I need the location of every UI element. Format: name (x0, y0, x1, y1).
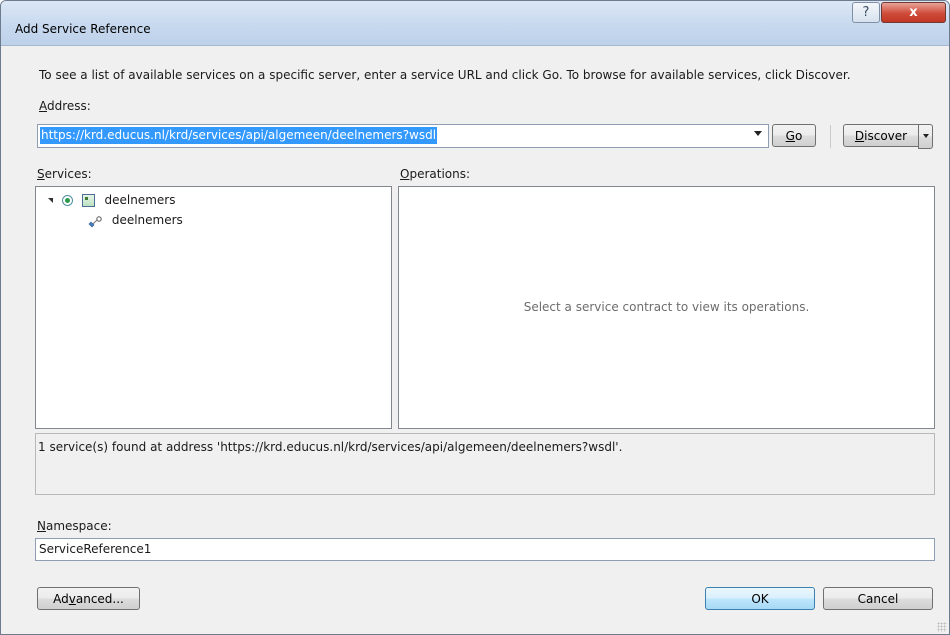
namespace-label: Namespace: (37, 519, 112, 533)
namespace-input[interactable]: ServiceReference1 (35, 538, 935, 561)
tree-item-service[interactable]: deelnemers (48, 191, 175, 209)
address-value[interactable]: https://krd.educus.nl/krd/services/api/a… (40, 127, 438, 144)
namespace-value[interactable]: ServiceReference1 (39, 542, 151, 556)
tree-item-contract[interactable]: deelnemers (88, 211, 183, 229)
dialog-body: To see a list of available services on a… (1, 46, 949, 634)
address-label: Address: (39, 99, 91, 113)
service-icon (81, 194, 95, 207)
address-dropdown-arrow-icon[interactable] (754, 131, 762, 136)
ok-button[interactable]: OK (705, 587, 815, 610)
cancel-button[interactable]: Cancel (823, 587, 933, 610)
tree-item-label: deelnemers (111, 213, 183, 227)
instructions-text: To see a list of available services on a… (39, 68, 851, 82)
address-combobox[interactable]: https://krd.educus.nl/krd/services/api/a… (37, 124, 769, 148)
operations-list[interactable]: Select a service contract to view its op… (398, 186, 935, 429)
close-button[interactable]: x (881, 2, 946, 23)
expand-collapse-icon[interactable] (48, 198, 53, 203)
discover-button[interactable]: Discover (843, 124, 919, 147)
resize-grip-icon[interactable] (937, 622, 947, 632)
services-tree[interactable]: deelnemers deelnemers (35, 186, 392, 429)
go-button[interactable]: Go (772, 124, 816, 147)
services-label: Services: (37, 167, 92, 181)
discover-dropdown-arrow-icon[interactable] (918, 124, 933, 149)
operations-placeholder: Select a service contract to view its op… (523, 300, 810, 314)
title-bar[interactable]: Add Service Reference ? x (1, 1, 949, 46)
advanced-button[interactable]: Advanced... (37, 587, 140, 610)
tree-item-label: deelnemers (104, 193, 176, 207)
window-title: Add Service Reference (15, 22, 151, 36)
add-service-reference-dialog: Add Service Reference ? x To see a list … (0, 0, 950, 635)
help-button[interactable]: ? (852, 2, 880, 23)
status-panel: 1 service(s) found at address 'https://k… (35, 433, 935, 495)
toolbar-separator (830, 125, 831, 148)
service-status-icon (61, 195, 73, 206)
status-text: 1 service(s) found at address 'https://k… (38, 440, 623, 454)
operations-label: Operations: (400, 167, 471, 181)
contract-icon (88, 215, 102, 227)
